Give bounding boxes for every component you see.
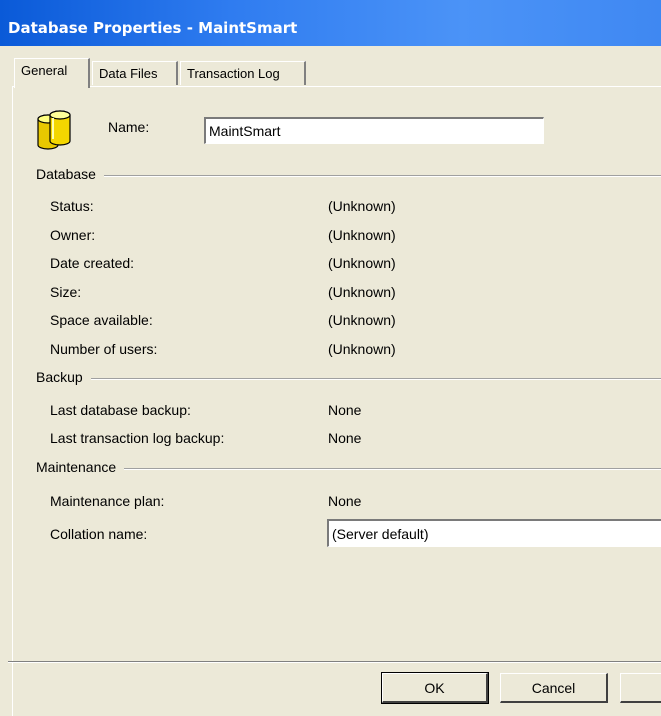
maintenance-plan-value: None <box>328 493 362 509</box>
ok-button[interactable]: OK <box>381 672 489 704</box>
tab-data-files-label: Data Files <box>99 66 158 81</box>
maintenance-plan-label: Maintenance plan: <box>50 493 165 509</box>
status-value: (Unknown) <box>328 198 396 214</box>
database-group-divider <box>36 175 661 177</box>
last-transaction-log-backup-value: None <box>328 430 362 446</box>
backup-group-divider <box>36 378 661 380</box>
name-label: Name: <box>108 119 150 135</box>
size-label: Size: <box>50 284 82 300</box>
database-group-title: Database <box>36 166 104 182</box>
window-title: Database Properties - MaintSmart <box>8 19 298 37</box>
tab-data-files[interactable]: Data Files <box>92 61 178 85</box>
last-transaction-log-backup-label: Last transaction log backup: <box>50 430 225 446</box>
tab-general-label: General <box>21 63 68 78</box>
space-available-label: Space available: <box>50 312 153 328</box>
help-button[interactable] <box>620 673 661 703</box>
collation-name-label: Collation name: <box>50 526 148 542</box>
tab-transaction-log[interactable]: Transaction Log <box>180 61 306 85</box>
name-field[interactable] <box>204 117 544 144</box>
last-database-backup-label: Last database backup: <box>50 402 191 418</box>
title-bar[interactable]: Database Properties - MaintSmart <box>0 0 661 46</box>
size-value: (Unknown) <box>328 284 396 300</box>
owner-value: (Unknown) <box>328 227 396 243</box>
maintenance-group-title: Maintenance <box>36 459 125 475</box>
number-of-users-label: Number of users: <box>50 341 158 357</box>
general-tab-panel <box>12 86 661 716</box>
last-database-backup-value: None <box>328 402 362 418</box>
tab-transaction-log-label: Transaction Log <box>187 66 280 81</box>
collation-name-field[interactable] <box>327 519 661 547</box>
cancel-button[interactable]: Cancel <box>500 673 608 703</box>
space-available-value: (Unknown) <box>328 312 396 328</box>
date-created-label: Date created: <box>50 255 135 271</box>
database-properties-dialog: Database Properties - MaintSmart General… <box>0 0 661 716</box>
number-of-users-value: (Unknown) <box>328 341 396 357</box>
status-label: Status: <box>50 198 94 214</box>
tab-general[interactable]: General <box>14 58 90 88</box>
date-created-value: (Unknown) <box>328 255 396 271</box>
backup-group-title: Backup <box>36 369 91 385</box>
maintenance-group-divider <box>36 468 661 470</box>
database-icon <box>37 110 71 150</box>
button-area-divider <box>8 661 661 663</box>
owner-label: Owner: <box>50 227 96 243</box>
